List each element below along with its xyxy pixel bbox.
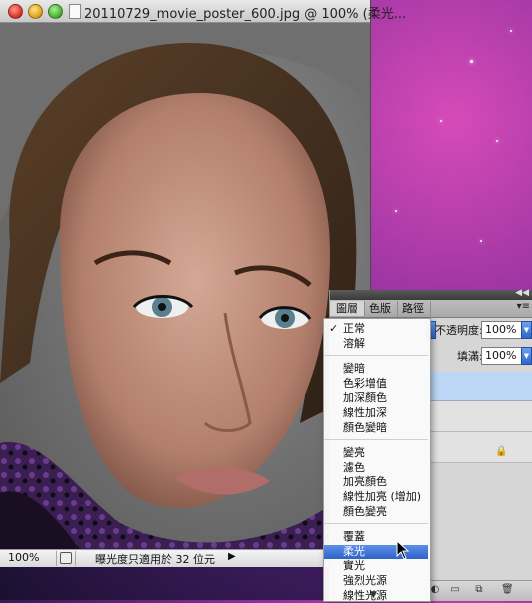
opacity-arrow-icon[interactable]: ▼ — [521, 321, 532, 339]
blend-mode-item[interactable]: 變暗 — [324, 362, 428, 376]
blend-mode-label: 柔光 — [343, 544, 365, 558]
new-layer-icon[interactable]: ⧉ — [473, 584, 485, 596]
blend-mode-label: 濾色 — [343, 460, 365, 474]
scroll-down-arrow-icon[interactable]: ▼ — [370, 590, 377, 600]
star — [440, 120, 442, 122]
close-window-icon[interactable] — [8, 4, 23, 19]
blend-mode-label: 加深顏色 — [343, 391, 387, 405]
mouse-cursor-icon — [396, 540, 410, 560]
blend-mode-label: 強烈光源 — [343, 574, 387, 587]
star — [470, 60, 473, 63]
blend-mode-label: 變亮 — [343, 446, 365, 460]
window-title: 20110729_movie_poster_600.jpg @ 100% (柔光… — [84, 7, 407, 22]
document-icon — [69, 4, 81, 19]
divider — [56, 551, 57, 566]
zoom-level-field[interactable]: 100% — [8, 551, 54, 565]
blend-mode-item[interactable]: 柔光 — [324, 544, 428, 559]
tab-paths[interactable]: 路徑 — [396, 301, 431, 316]
blend-mode-label: 實光 — [343, 559, 365, 573]
tab-channels[interactable]: 色版 — [363, 301, 398, 316]
blend-mode-label: 溶解 — [343, 336, 365, 350]
document-window: 20110729_movie_poster_600.jpg @ 100% (柔光… — [0, 0, 406, 567]
blend-mode-item[interactable]: 濾色 — [324, 461, 428, 475]
tab-layers[interactable]: 圖層 — [330, 301, 365, 316]
exposure-icon[interactable] — [60, 552, 72, 564]
blend-mode-item[interactable]: 顏色變暗 — [324, 421, 428, 435]
status-menu-arrow-icon[interactable]: ▶ — [228, 551, 236, 562]
blend-mode-label: 線性加亮 (增加) — [343, 490, 422, 503]
star — [480, 240, 482, 242]
portrait-image — [0, 23, 370, 549]
fill-arrow-icon[interactable]: ▼ — [521, 347, 532, 365]
fill-input[interactable]: 100% — [481, 347, 522, 365]
panel-tabs: 圖層 色版 路徑 ▾≡ — [330, 300, 532, 318]
panel-menu-icon[interactable]: ▾≡ — [517, 301, 530, 312]
zoom-window-icon[interactable] — [48, 4, 63, 19]
opacity-input[interactable]: 100% — [481, 321, 522, 339]
blend-mode-label: 變暗 — [343, 362, 365, 376]
menu-separator — [324, 439, 428, 441]
menu-separator — [324, 523, 428, 525]
blend-mode-item[interactable]: 加亮顏色 — [324, 475, 428, 489]
panel-header[interactable]: ◀◀ — [330, 288, 532, 300]
trash-icon[interactable]: 🗑 — [501, 584, 514, 596]
portrait-photo[interactable] — [0, 23, 370, 549]
blend-mode-item[interactable]: 變亮 — [324, 446, 428, 460]
opacity-label: 不透明度: — [435, 324, 483, 337]
minimize-window-icon[interactable] — [28, 4, 43, 19]
status-info: 曝光度只適用於 32 位元 — [95, 553, 215, 566]
window-titlebar[interactable]: 20110729_movie_poster_600.jpg @ 100% (柔光… — [0, 0, 406, 23]
blend-mode-label: 加亮顏色 — [343, 475, 387, 489]
blend-mode-item[interactable]: 色彩增值 — [324, 377, 428, 391]
blend-mode-label: 覆蓋 — [343, 530, 365, 544]
checkmark-icon: ✓ — [329, 322, 339, 335]
blend-mode-menu: ✓ 正常 溶解變暗 色彩增值 加深顏色 線性加深 顏色變暗變亮 濾色 加亮顏色 線性加亮 (增加)… — [323, 318, 431, 602]
blend-mode-item[interactable]: 溶解 — [324, 337, 428, 351]
blend-mode-item[interactable]: 加深顏色 — [324, 391, 428, 405]
blend-mode-label: 線性加深 — [343, 406, 387, 419]
blend-mode-item[interactable]: 線性加亮 (增加) — [324, 490, 428, 504]
blend-mode-item[interactable]: 顏色變亮 — [324, 505, 428, 519]
layer-row-background[interactable] — [425, 432, 532, 463]
status-bar: 100% 曝光度只適用於 32 位元 ▶ — [0, 549, 370, 567]
menu-separator — [324, 355, 428, 357]
star — [395, 210, 397, 212]
blend-mode-item[interactable]: 覆蓋 — [324, 530, 428, 544]
blend-mode-item[interactable]: 強烈光源 — [324, 574, 428, 588]
layer-row[interactable] — [425, 401, 532, 432]
blend-mode-item[interactable]: 實光 — [324, 559, 428, 573]
star — [510, 30, 512, 32]
blend-mode-label: 顏色變暗 — [343, 420, 387, 434]
layer-row-selected[interactable] — [425, 372, 532, 401]
blend-mode-label: 正常 — [343, 322, 365, 335]
blend-mode-item[interactable]: ✓ 正常 — [324, 322, 428, 336]
panel-bottom-toolbar: ◐ ▭ ⧉ 🗑 — [425, 580, 532, 601]
blend-mode-item[interactable]: 線性加深 — [324, 406, 428, 420]
lock-icon: 🔒 — [495, 446, 508, 457]
fill-label: 填滿: — [457, 350, 483, 363]
new-group-icon[interactable]: ▭ — [449, 584, 461, 596]
blend-mode-label: 顏色變亮 — [343, 504, 387, 518]
star — [496, 140, 498, 142]
collapse-panel-icon[interactable]: ◀◀ — [515, 288, 529, 298]
blend-mode-label: 色彩增值 — [343, 376, 387, 390]
divider — [75, 551, 76, 566]
